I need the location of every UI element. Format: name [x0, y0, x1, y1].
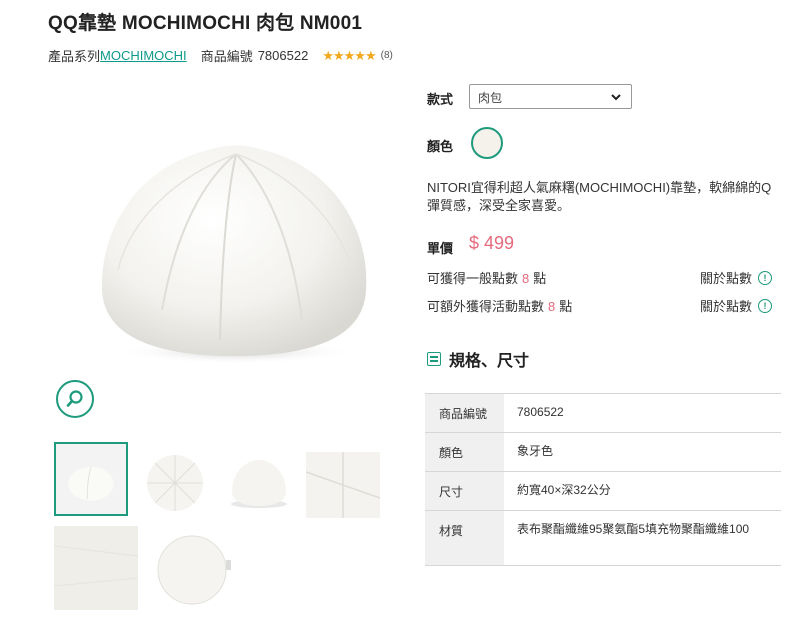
spec-key: 材質: [425, 510, 504, 566]
info-icon: !: [758, 298, 773, 313]
price-label: 單價: [427, 241, 454, 256]
event-points: 可額外獲得活動點數 8 點: [427, 296, 572, 315]
about-points-link-2[interactable]: 關於點數 !: [700, 296, 773, 315]
general-points-unit: 點: [533, 271, 547, 286]
zoom-icon: [66, 390, 83, 407]
spec-row: 顏色 象牙色: [425, 432, 781, 472]
product-meta: 產品系列 MOCHIMOCHI 商品編號 7806522 ★★★★★ (8): [48, 46, 393, 65]
spec-row: 商品編號 7806522: [425, 393, 781, 433]
spec-key: 商品編號: [425, 393, 504, 433]
info-icon: !: [758, 270, 773, 285]
thumbnail-5[interactable]: [54, 526, 138, 610]
main-product-image: [96, 140, 372, 366]
thumbnail-2[interactable]: [144, 452, 206, 514]
general-points-value: 8: [522, 271, 530, 286]
series-link[interactable]: MOCHIMOCHI: [100, 48, 187, 63]
zoom-button[interactable]: [56, 380, 94, 418]
spec-value: 約寬40×深32公分: [504, 471, 781, 511]
event-points-unit: 點: [559, 299, 573, 314]
color-swatch-ivory[interactable]: [471, 127, 503, 159]
event-points-value: 8: [548, 299, 556, 314]
chevron-down-icon: [611, 94, 621, 101]
product-description: NITORI宜得利超人氣麻糬(MOCHIMOCHI)靠墊，軟綿綿的Q彈質感，深受…: [427, 180, 772, 213]
style-select[interactable]: 肉包: [469, 84, 632, 109]
series-label: 產品系列: [48, 49, 101, 64]
style-label: 款式: [427, 92, 454, 107]
about-points-label: 關於點數: [700, 271, 753, 286]
spec-key: 顏色: [425, 432, 504, 472]
spec-key: 尺寸: [425, 471, 504, 511]
thumbnail-1[interactable]: [54, 442, 128, 516]
general-points: 可獲得一般點數 8 點: [427, 268, 546, 287]
product-code-value: 7806522: [257, 48, 309, 63]
spec-row: 材質 表布聚酯纖維95聚氨酯5填充物聚酯纖維100: [425, 510, 781, 566]
rating-stars[interactable]: ★★★★★: [322, 48, 376, 64]
thumbnail-3[interactable]: [226, 452, 292, 514]
spec-heading-text: 規格、尺寸: [449, 353, 530, 370]
spec-value: 7806522: [504, 393, 781, 433]
spec-heading: 規格、尺寸: [427, 347, 529, 371]
product-title: QQ靠墊 MOCHIMOCHI 肉包 NM001: [48, 13, 363, 34]
general-points-label: 可獲得一般點數: [427, 271, 519, 286]
style-select-value: 肉包: [478, 91, 503, 105]
spec-row: 尺寸 約寬40×深32公分: [425, 471, 781, 511]
spec-list-icon: [427, 352, 441, 366]
about-points-link-1[interactable]: 關於點數 !: [700, 268, 773, 287]
thumbnail-4[interactable]: [306, 452, 380, 518]
spec-table: 商品編號 7806522 顏色 象牙色 尺寸 約寬40×深32公分 材質 表布聚…: [425, 393, 781, 566]
event-points-label: 可額外獲得活動點數: [427, 299, 545, 314]
spec-value: 表布聚酯纖維95聚氨酯5填充物聚酯纖維100: [504, 510, 781, 566]
price-value: $ 499: [469, 233, 515, 253]
color-label: 顏色: [427, 139, 454, 154]
thumbnail-6[interactable]: [152, 532, 234, 608]
product-code-label: 商品編號: [200, 49, 253, 64]
about-points-label: 關於點數: [700, 299, 753, 314]
review-count[interactable]: (8): [381, 50, 393, 61]
spec-value: 象牙色: [504, 432, 781, 472]
